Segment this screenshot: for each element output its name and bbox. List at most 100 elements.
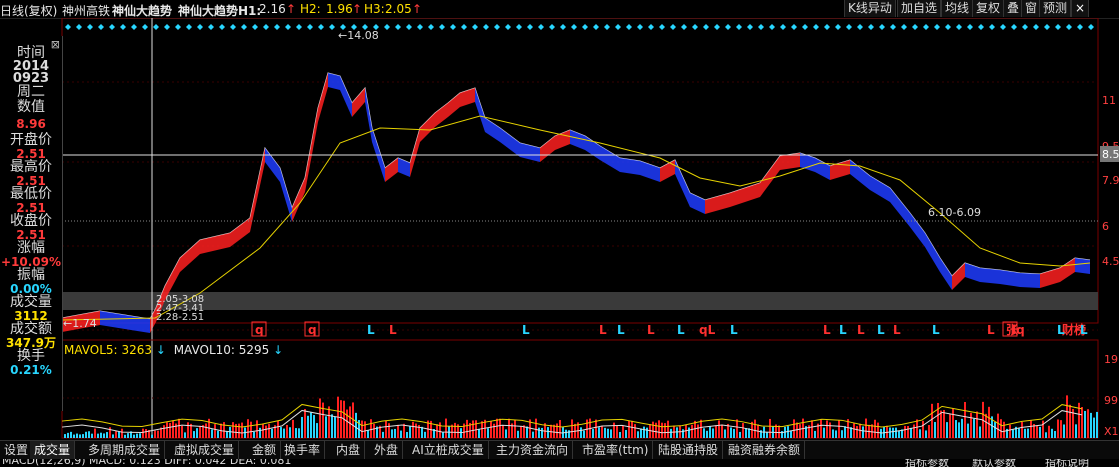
volume-bar [394,428,396,438]
volume-bar [181,425,183,438]
diamond-marker-icon [549,24,555,30]
tab-4[interactable]: 金额 [248,441,282,459]
volume-bar [100,432,102,438]
volume-bar [1039,426,1041,438]
tab-5[interactable]: 换手率 [280,441,326,459]
diamond-marker-icon [142,24,148,30]
diamond-marker-icon [329,24,335,30]
kline-chart[interactable]: ←14.08←1.746.10-6.092.05-3.082.47-3.412.… [0,18,1119,440]
diamond-marker-icon [1044,24,1050,30]
tab-10[interactable]: 市盈率(ttm) [578,441,654,459]
volume-bar [721,424,723,438]
volume-bar [169,422,171,438]
volume-bar [415,423,417,438]
volume-bar [1030,420,1032,438]
signal-marker-label: qL [699,323,716,337]
tab-12[interactable]: 融资融券余额 [724,441,806,459]
tab-6[interactable]: 内盘 [332,441,366,459]
close-label: 收盘价 [10,213,52,229]
volume-bar [1090,412,1092,438]
volume-bar [628,420,630,438]
trend-ribbon [340,76,352,117]
diamond-marker-icon [659,24,665,30]
diamond-marker-icon [186,24,192,30]
window-button[interactable]: 窗 [1021,0,1042,17]
add-watchlist-button[interactable]: 加自选 [897,0,942,17]
signal-marker-label: L [893,323,901,337]
signal-marker-label: q [308,323,317,337]
diamond-marker-icon [538,24,544,30]
diamond-marker-icon [637,24,643,30]
ma-button[interactable]: 均线 [941,0,974,17]
volume-bar [622,425,624,438]
volume-bar [820,418,822,438]
diamond-marker-icon [923,24,929,30]
volume-axis-tick: 99 [1104,394,1118,407]
volume-bar [691,424,693,438]
volume-bar [118,431,120,438]
volume-bar [442,432,444,438]
indicator-tab-bar: 设置 成交量 多周期成交量 虚拟成交量 金额 换手率 内盘 外盘 AI立桩成交量 主力资金流向 市盈… [0,440,1119,459]
trend-ribbon [485,118,500,142]
volume-bar [340,400,342,438]
volume-bar [949,414,951,438]
diamond-marker-icon [120,24,126,30]
volume-bar [412,421,414,438]
volume-bar [481,421,483,438]
volume-bar [304,408,306,438]
adjust-button[interactable]: 复权 [972,0,1005,17]
volume-bar [541,427,543,438]
period-label[interactable]: 日线(复权) [0,2,57,19]
volume-bar [139,433,141,438]
tab-7[interactable]: 外盘 [370,441,404,459]
cursor-value: 8.96 [16,117,46,131]
volume-bar [496,418,498,438]
volume-bar [271,428,273,438]
indicator-help-tab[interactable]: 指标说明 [1045,459,1089,467]
volume-bar [865,418,867,438]
forecast-button[interactable]: 预测 [1039,0,1072,17]
volume-bar [349,406,351,438]
volume-bar [538,427,540,438]
tab-2[interactable]: 多周期成交量 [84,441,166,459]
volume-bar [172,420,174,438]
volume-bar [505,429,507,438]
volume-bar [226,431,228,438]
diamond-marker-icon [87,24,93,30]
volume-bar [256,420,258,438]
trend-ribbon [570,130,585,150]
h3-label: H3: [364,2,385,16]
default-params-tab[interactable]: 默认参数 [972,459,1016,467]
diamond-marker-icon [230,24,236,30]
volume-bar [646,427,648,438]
stock-name: 神州高铁 [62,4,111,18]
volume-bar [73,434,75,438]
volume-bar [733,428,735,438]
tab-3[interactable]: 虚拟成交量 [170,441,240,459]
tab-1[interactable]: 成交量 [30,441,76,459]
volume-bar [178,418,180,438]
close-panel-icon[interactable]: ⊠ [51,38,60,51]
volume-bar [730,427,732,438]
diamond-marker-icon [868,24,874,30]
volume-bar [565,429,567,438]
volume-bar [979,426,981,438]
signal-marker-label: L [730,323,738,337]
volume-bar [1087,409,1089,438]
tab-0[interactable]: 设置 [0,441,34,459]
volume-bar [1003,421,1005,438]
diamond-marker-icon [1033,24,1039,30]
indicator-params-tab[interactable]: 指标参数 [905,459,949,467]
high-label: 最高价 [10,159,52,175]
close-icon[interactable]: × [1071,0,1090,17]
diamond-marker-icon [296,24,302,30]
overlay-button[interactable]: 叠 [1003,0,1024,17]
tab-8[interactable]: AI立桩成交量 [408,441,489,459]
tab-9[interactable]: 主力资金流向 [492,441,574,459]
volume-bar [799,424,801,438]
volume-bar [145,429,147,438]
tab-11[interactable]: 陆股通持股 [654,441,724,459]
volume-bar [670,428,672,438]
trend-ribbon [250,148,265,232]
kline-anomaly-button[interactable]: K线异动 [844,0,896,17]
